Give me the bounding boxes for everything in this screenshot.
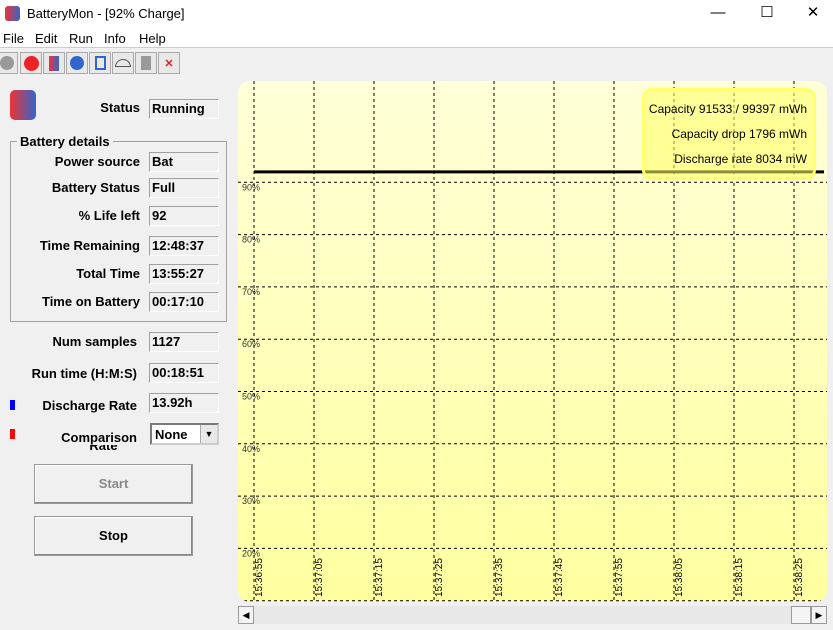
app-icon [5, 6, 20, 21]
x-tick-label: 15:37:05 [314, 558, 325, 597]
menu-run[interactable]: Run [69, 31, 93, 46]
start-button[interactable]: Start [34, 464, 193, 504]
y-tick-label: 60% [242, 339, 260, 349]
x-tick-label: 15:37:45 [554, 558, 565, 597]
checklist-icon[interactable] [89, 52, 111, 74]
battery-logo-icon [10, 90, 36, 120]
battery-chart: 90% 80% 70% 60% 50% 40% 30% 20% 10% 15:36:55 15:37… [238, 81, 827, 602]
x-tick-label: 15:38:25 [794, 558, 805, 597]
num-samples-label: Num samples [52, 334, 137, 349]
info-box: Capacity 91533 / 99397 mWh Capacity drop… [642, 88, 816, 180]
capacity-text: Capacity 91533 / 99397 mWh [648, 102, 807, 116]
y-tick-label: 70% [242, 287, 260, 297]
x-tick-label: 15:36:55 [254, 558, 265, 597]
menu-info[interactable]: Info [104, 31, 126, 46]
comparison-label-cut: Rate [10, 445, 137, 450]
detail-label: Battery Status [51, 180, 140, 195]
discharge-rate-text: Discharge rate 8034 mW [674, 152, 807, 166]
y-tick-label: 50% [242, 392, 260, 402]
x-tick-label: 15:37:15 [374, 558, 385, 597]
menu-bar: File Edit Run Info Help [0, 28, 833, 48]
close-button[interactable]: ✕ [790, 0, 833, 28]
horizontal-scrollbar[interactable]: ◀ ▶ [238, 606, 827, 624]
x-tick-label: 15:37:35 [494, 558, 505, 597]
detail-label: Power source [54, 154, 140, 169]
title-bar: BatteryMon - [92% Charge] — ☐ ✕ [0, 0, 833, 28]
x-tick-label: 15:37:25 [434, 558, 445, 597]
scroll-right-button[interactable]: ▶ [811, 606, 827, 624]
scroll-thumb[interactable] [791, 606, 811, 624]
gauge-icon[interactable] [112, 52, 134, 74]
power-source-value: Bat [149, 152, 219, 172]
x-tick-label: 15:38:15 [734, 558, 745, 597]
detail-label: Time on Battery [41, 294, 140, 309]
scroll-left-button[interactable]: ◀ [238, 606, 254, 624]
detail-label: Time Remaining [39, 238, 140, 253]
plug-icon[interactable] [135, 52, 157, 74]
status-label: Status [100, 100, 140, 115]
y-tick-label: 90% [242, 182, 260, 192]
settings-info-icon[interactable] [66, 52, 88, 74]
stop-icon[interactable] [20, 52, 42, 74]
comparison-label: Comparison [61, 430, 137, 445]
battery-status-value: Full [149, 178, 219, 198]
minimize-button[interactable]: — [695, 0, 741, 28]
stop-button[interactable]: Stop [34, 516, 193, 556]
battery-icon[interactable] [43, 52, 65, 74]
chevron-down-icon[interactable]: ▼ [200, 425, 217, 443]
y-tick-label: 30% [242, 496, 260, 506]
menu-file[interactable]: File [3, 31, 24, 46]
menu-help[interactable]: Help [139, 31, 166, 46]
y-tick-label: 10% [242, 601, 260, 602]
status-value: Running [149, 99, 219, 119]
run-time-value: 00:18:51 [149, 363, 219, 383]
discharge-rate-value: 13.92h [149, 393, 219, 413]
run-time-label: Run time (H:M:S) [31, 366, 137, 381]
comparison-selected: None [155, 427, 188, 442]
remove-icon[interactable]: ✕ [158, 52, 180, 74]
discharge-rate-label: Discharge Rate [42, 398, 137, 413]
maximize-button[interactable]: ☐ [744, 0, 790, 28]
window-title: BatteryMon - [92% Charge] [27, 6, 185, 21]
comparison-select[interactable]: None ▼ [150, 423, 219, 445]
total-time-value: 13:55:27 [149, 264, 219, 284]
x-tick-label: 15:37:55 [614, 558, 625, 597]
num-samples-value: 1127 [149, 332, 219, 352]
group-title: Battery details [17, 134, 113, 149]
x-tick-label: 15:38:05 [674, 558, 685, 597]
y-tick-label: 20% [242, 548, 260, 558]
detail-label: Total Time [76, 266, 140, 281]
record-icon[interactable] [0, 52, 18, 74]
time-on-battery-value: 00:17:10 [149, 292, 219, 312]
life-left-value: 92 [149, 206, 219, 226]
y-tick-label: 40% [242, 444, 260, 454]
detail-label: % Life left [78, 208, 140, 223]
menu-edit[interactable]: Edit [35, 31, 57, 46]
y-tick-label: 80% [242, 235, 260, 245]
time-remaining-value: 12:48:37 [149, 236, 219, 256]
capacity-drop-text: Capacity drop 1796 mWh [671, 127, 807, 141]
